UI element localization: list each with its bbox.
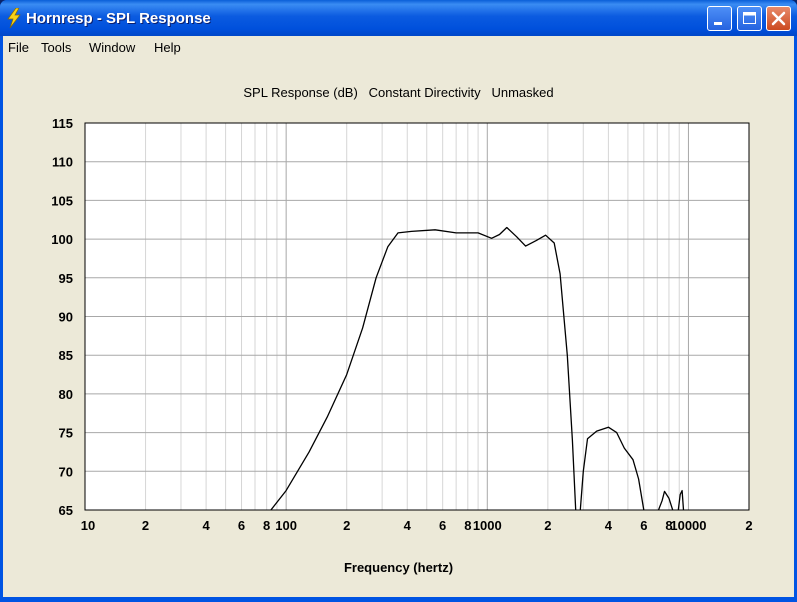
- x-tick-label: 10: [81, 518, 95, 533]
- y-tick-label: 90: [59, 310, 73, 325]
- x-tick-label: 100: [275, 518, 297, 533]
- minimize-icon: [714, 22, 722, 25]
- menu-help[interactable]: Help: [154, 40, 181, 55]
- y-tick-label: 105: [51, 193, 73, 208]
- spl-chart: 1151101051009590858075706510 2 4 6 8 100 2 4 6 8 1…: [51, 116, 752, 533]
- y-tick-label: 80: [59, 387, 73, 402]
- x-tick-label: 8: [263, 518, 270, 533]
- x-tick-label: 2: [544, 518, 551, 533]
- x-tick-label: 6: [439, 518, 446, 533]
- x-tick-label: 10000: [670, 518, 706, 533]
- minimize-button[interactable]: [707, 6, 732, 31]
- title-bar[interactable]: Hornresp - SPL Response: [0, 0, 797, 36]
- menu-file[interactable]: File: [8, 40, 29, 55]
- y-tick-label: 110: [52, 155, 73, 170]
- x-tick-label: 2: [745, 518, 752, 533]
- y-tick-label: 75: [59, 426, 73, 441]
- x-tick-label: 1000: [473, 518, 502, 533]
- x-tick-label: 4: [202, 518, 210, 533]
- x-tick-label: 6: [640, 518, 647, 533]
- y-tick-label: 95: [59, 271, 73, 286]
- app-window: Hornresp - SPL Response File Tools Windo…: [0, 0, 797, 602]
- x-tick-label: 6: [238, 518, 245, 533]
- y-tick-label: 70: [59, 464, 73, 479]
- x-tick-label: 4: [404, 518, 412, 533]
- x-axis-label: Frequency (hertz): [343, 560, 454, 575]
- x-tick-label: 4: [605, 518, 613, 533]
- menu-bar: File Tools Window Help: [3, 36, 794, 58]
- menu-window[interactable]: Window: [89, 40, 135, 55]
- y-tick-label: 65: [59, 503, 73, 518]
- chart-area: SPL Response (dB) Constant Directivity U…: [3, 58, 794, 597]
- maximize-button[interactable]: [737, 6, 762, 31]
- y-tick-label: 85: [59, 348, 73, 363]
- x-tick-label: 8: [464, 518, 471, 533]
- x-tick-label: 2: [343, 518, 350, 533]
- y-tick-label: 115: [52, 116, 73, 131]
- maximize-icon: [743, 12, 756, 24]
- close-button[interactable]: [766, 6, 791, 31]
- lightning-app-icon: [7, 8, 21, 28]
- window-title: Hornresp - SPL Response: [26, 10, 211, 27]
- close-icon: [771, 11, 786, 26]
- y-tick-label: 100: [51, 232, 73, 247]
- x-tick-label: 2: [142, 518, 149, 533]
- menu-tools[interactable]: Tools: [41, 40, 71, 55]
